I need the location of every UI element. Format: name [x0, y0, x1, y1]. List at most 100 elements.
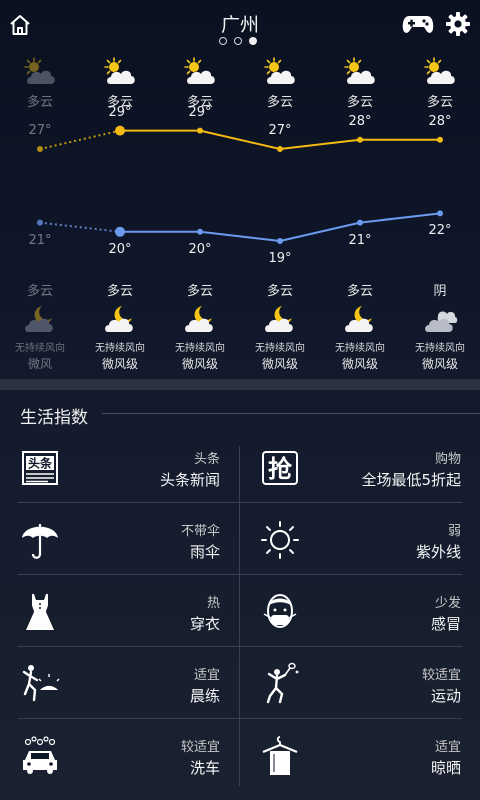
forecast-panel: 多云 多云 无持续风向 微风 27° 21° 多云 多云 无持续风向 微风级 29° 20° 多…	[0, 50, 480, 380]
partly-cloudy-night-icon	[100, 302, 140, 336]
wind-direction: 无持续风向	[255, 343, 305, 354]
life-index-level: 适宜	[434, 740, 461, 755]
night-condition: 多云	[186, 284, 213, 299]
life-index-item[interactable]: 较适宜 运动	[260, 648, 461, 720]
low-temp-label: 19°	[268, 251, 292, 266]
wind-level: 微风级	[101, 357, 138, 371]
title-divider	[102, 413, 480, 414]
life-index-name: 穿衣	[189, 615, 220, 633]
day-condition: 多云	[26, 95, 53, 110]
mask-cold-icon	[260, 590, 300, 634]
high-temp-label: 28°	[348, 113, 372, 129]
life-index-level: 不带伞	[180, 524, 220, 539]
life-index-item[interactable]: 较适宜洗车	[20, 720, 220, 792]
life-index-level: 较适宜	[421, 668, 461, 683]
low-temp-label: 22°	[428, 223, 452, 239]
life-index-item[interactable]: 少发 感冒	[260, 576, 461, 648]
night-condition: 阴	[433, 284, 447, 299]
row-divider	[18, 502, 462, 503]
low-temp-label: 21°	[28, 232, 52, 248]
life-index-item[interactable]: 不带伞雨伞	[20, 504, 220, 576]
forecast-day-4[interactable]: 多云 多云 无持续风向 微风级	[240, 50, 320, 380]
dress-icon	[20, 590, 60, 634]
sun-uv-icon	[260, 518, 300, 562]
day-condition: 多云	[266, 95, 293, 110]
life-index-name: 全场最低5折起	[361, 471, 461, 489]
life-index-grid: 头条 头条 头条新闻抢购物 全场最低5折起 不带伞 雨伞弱紫外线热穿衣 少发 感冒 适宜 晨练 较适…	[0, 430, 480, 800]
clothes-drying-icon	[260, 734, 300, 778]
svg-text:头条: 头条	[28, 456, 53, 471]
wind-direction: 无持续风向	[415, 343, 465, 354]
life-index-item[interactable]: 适宜 晨练	[20, 648, 220, 720]
life-index-level: 弱	[447, 524, 461, 539]
column-divider	[239, 446, 240, 786]
svg-text:抢: 抢	[268, 455, 293, 483]
gear-icon[interactable]	[445, 11, 471, 37]
partly-cloudy-day-icon	[420, 56, 460, 90]
row-divider	[18, 718, 462, 719]
high-temp-label: 27°	[28, 123, 52, 138]
low-temp-label: 20°	[108, 241, 132, 257]
life-index-item[interactable]: 适宜 晾晒	[260, 720, 461, 792]
life-index-name: 晾晒	[430, 759, 461, 777]
day-condition: 多云	[346, 95, 373, 110]
partly-cloudy-day-icon	[20, 56, 60, 90]
forecast-day-3[interactable]: 多云 多云 无持续风向 微风级	[160, 50, 240, 380]
page-indicator	[219, 37, 257, 45]
page-dot-active	[249, 37, 257, 45]
life-index-level: 购物	[434, 452, 461, 467]
page-dot	[234, 37, 242, 45]
shopping-grab-icon: 抢	[260, 446, 300, 490]
wind-level: 微风级	[341, 357, 378, 371]
top-bar: 广州	[0, 0, 480, 50]
life-index-name: 感冒	[430, 615, 461, 633]
partly-cloudy-day-icon	[260, 56, 300, 90]
overcast-icon	[420, 302, 460, 336]
life-index-name: 雨伞	[189, 543, 220, 561]
section-separator	[0, 379, 480, 390]
car-wash-icon	[20, 734, 60, 778]
page-dot	[219, 37, 227, 45]
life-index-level: 少发	[434, 596, 461, 611]
life-index-name: 紫外线	[415, 543, 461, 561]
life-index-item[interactable]: 热穿衣	[20, 576, 220, 648]
life-index-level: 较适宜	[180, 740, 220, 755]
life-index-item[interactable]: 头条 头条 头条新闻	[20, 432, 220, 504]
wind-direction: 无持续风向	[175, 343, 225, 354]
partly-cloudy-night-icon	[340, 302, 380, 336]
high-temp-label: 29°	[108, 104, 132, 120]
night-condition: 多云	[106, 284, 133, 299]
wind-level: 微风级	[261, 357, 298, 371]
wind-level: 微风级	[181, 357, 218, 371]
umbrella-icon	[20, 518, 60, 562]
life-index-name: 洗车	[189, 759, 220, 777]
gamepad-icon[interactable]	[402, 12, 434, 36]
day-condition: 多云	[426, 95, 453, 110]
high-temp-label: 28°	[428, 113, 452, 129]
night-condition: 多云	[26, 284, 53, 299]
partly-cloudy-day-icon	[180, 56, 220, 90]
life-index-level: 头条	[193, 452, 220, 467]
low-temp-label: 21°	[348, 232, 372, 248]
life-index-level: 适宜	[193, 668, 220, 683]
row-divider	[18, 646, 462, 647]
morning-exercise-icon	[20, 662, 60, 706]
forecast-day-1[interactable]: 多云 多云 无持续风向 微风	[0, 50, 80, 380]
low-temp-label: 20°	[188, 241, 212, 257]
life-index-item[interactable]: 弱紫外线	[260, 504, 461, 576]
partly-cloudy-night-icon	[20, 302, 60, 336]
sport-badminton-icon	[260, 662, 300, 706]
forecast-day-5[interactable]: 多云 多云 无持续风向 微风级	[320, 50, 400, 380]
partly-cloudy-day-icon	[340, 56, 380, 90]
night-condition: 多云	[266, 284, 293, 299]
high-temp-label: 29°	[188, 104, 212, 120]
wind-level: 微风	[27, 357, 52, 371]
wind-direction: 无持续风向	[95, 343, 145, 354]
headline-news-icon: 头条	[20, 446, 60, 490]
life-index-name: 晨练	[189, 687, 220, 705]
wind-direction: 无持续风向	[335, 343, 385, 354]
forecast-day-6[interactable]: 多云阴 无持续风向 微风级	[400, 50, 480, 380]
partly-cloudy-night-icon	[180, 302, 220, 336]
life-index-item[interactable]: 抢 购物全场最低5折起	[260, 432, 461, 504]
forecast-day-2[interactable]: 多云 多云 无持续风向 微风级	[80, 50, 160, 380]
